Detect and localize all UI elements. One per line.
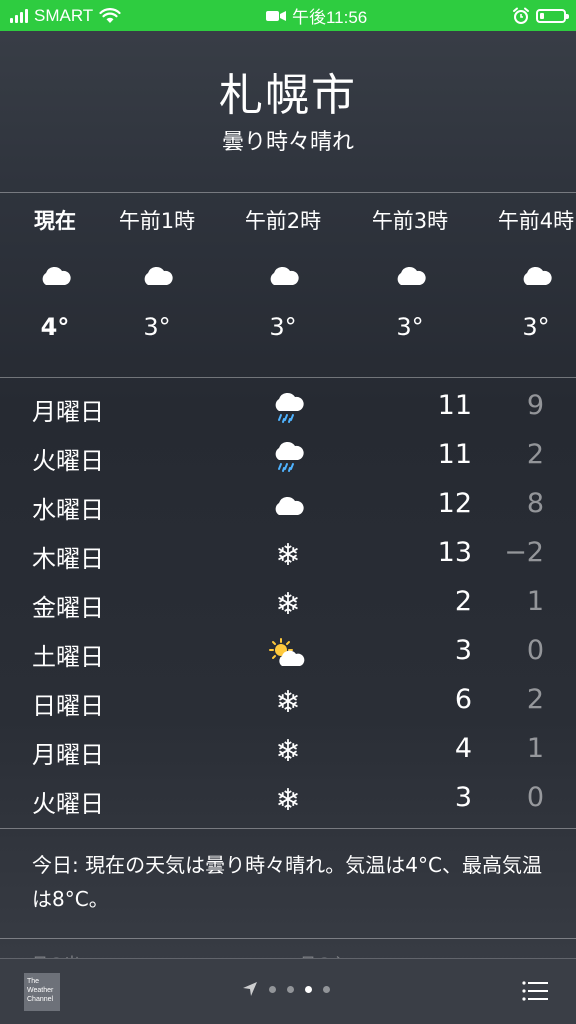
hour-label: 午前3時 bbox=[371, 209, 449, 233]
weather-channel-logo[interactable]: The Weather Channel bbox=[24, 973, 60, 1011]
high-temp: 3 bbox=[454, 782, 472, 813]
hour-label: 午前2時 bbox=[244, 209, 322, 233]
city-name: 札幌市 bbox=[219, 70, 357, 121]
snow-icon: ❄ bbox=[275, 733, 301, 769]
day-name: 火曜日 bbox=[32, 447, 104, 475]
low-temp: 0 bbox=[526, 782, 544, 813]
daily-row: 月曜日 11 9 bbox=[0, 384, 576, 433]
low-temp: −2 bbox=[504, 537, 544, 568]
low-temp: 2 bbox=[526, 684, 544, 715]
day-name: 火曜日 bbox=[32, 790, 104, 818]
divider bbox=[0, 192, 576, 193]
cloud-icon bbox=[268, 486, 308, 526]
wifi-icon bbox=[99, 7, 121, 23]
page-dot bbox=[269, 985, 276, 993]
high-temp: 13 bbox=[437, 537, 472, 568]
divider bbox=[0, 828, 576, 829]
daily-row: 土曜日 3 0 bbox=[0, 629, 576, 678]
current-condition: 曇り時々晴れ bbox=[221, 130, 354, 156]
cloud-icon bbox=[102, 245, 212, 307]
snow-icon: ❄ bbox=[275, 782, 301, 818]
day-name: 日曜日 bbox=[32, 692, 104, 720]
high-temp: 3 bbox=[454, 635, 472, 666]
day-name: 金曜日 bbox=[32, 594, 104, 622]
location-arrow-icon bbox=[243, 982, 257, 996]
alarm-icon bbox=[512, 7, 529, 24]
daily-row: 金曜日 ❄ 2 1 bbox=[0, 580, 576, 629]
carrier-name: SMART bbox=[34, 5, 94, 25]
cloud-icon bbox=[0, 245, 110, 307]
high-temp: 6 bbox=[454, 684, 472, 715]
high-temp: 2 bbox=[454, 586, 472, 617]
daily-row: 日曜日 ❄ 6 2 bbox=[0, 678, 576, 727]
page-dot bbox=[323, 985, 330, 993]
rain-icon bbox=[268, 388, 308, 428]
hour-item: 午前4時 3° bbox=[481, 195, 576, 347]
location-header: 札幌市 曇り時々晴れ bbox=[0, 70, 576, 156]
day-name: 木曜日 bbox=[32, 545, 104, 573]
cellular-signal-icon bbox=[10, 8, 28, 23]
high-temp: 12 bbox=[437, 488, 472, 519]
sunrise-label: 日の出 bbox=[32, 950, 80, 958]
snow-icon: ❄ bbox=[275, 586, 301, 622]
high-temp: 4 bbox=[454, 733, 472, 764]
rain-icon bbox=[268, 437, 308, 477]
hourly-forecast[interactable]: 現在 4° 午前1時 3° 午前2時 3° 午前3時 3° 午前4時 3° bbox=[0, 195, 576, 377]
hour-item: 午前2時 3° bbox=[228, 195, 338, 347]
page-dot-active bbox=[305, 985, 312, 993]
divider bbox=[0, 938, 576, 939]
divider bbox=[0, 377, 576, 378]
daily-row: 木曜日 ❄ 13 −2 bbox=[0, 531, 576, 580]
low-temp: 0 bbox=[526, 635, 544, 666]
list-icon[interactable] bbox=[522, 981, 548, 1001]
hour-label: 午前4時 bbox=[497, 209, 575, 233]
hour-temp: 4° bbox=[40, 313, 70, 341]
low-temp: 9 bbox=[526, 390, 544, 421]
cloud-icon bbox=[228, 245, 338, 307]
daily-row: 月曜日 ❄ 4 1 bbox=[0, 727, 576, 776]
daily-forecast: 月曜日 11 9 火曜日 11 2 水曜日 12 8 木曜日 ❄ 13 −2 金… bbox=[0, 384, 576, 825]
day-name: 月曜日 bbox=[32, 741, 104, 769]
low-temp: 8 bbox=[526, 488, 544, 519]
battery-icon bbox=[535, 8, 569, 23]
snow-icon: ❄ bbox=[275, 684, 301, 720]
hour-temp: 3° bbox=[522, 313, 550, 341]
hour-temp: 3° bbox=[143, 313, 171, 341]
day-name: 水曜日 bbox=[32, 496, 104, 524]
hour-item: 午前1時 3° bbox=[102, 195, 212, 347]
partly-sunny-icon bbox=[268, 633, 308, 673]
bottom-toolbar: The Weather Channel bbox=[0, 958, 576, 1024]
hour-temp: 3° bbox=[396, 313, 424, 341]
snow-icon: ❄ bbox=[275, 537, 301, 573]
daily-row: 水曜日 12 8 bbox=[0, 482, 576, 531]
status-bar: SMART 午後11:56 bbox=[0, 0, 576, 31]
clock-time: 午後11:56 bbox=[291, 8, 368, 27]
high-temp: 11 bbox=[437, 390, 472, 421]
sunset-label: 日の入 bbox=[300, 950, 348, 958]
low-temp: 1 bbox=[526, 586, 544, 617]
hour-label: 現在 bbox=[34, 209, 76, 233]
cloud-icon bbox=[355, 245, 465, 307]
day-name: 土曜日 bbox=[32, 643, 104, 671]
page-indicator[interactable] bbox=[242, 981, 330, 997]
cloud-icon bbox=[481, 245, 576, 307]
low-temp: 2 bbox=[526, 439, 544, 470]
hour-label: 午前1時 bbox=[118, 209, 196, 233]
hour-item-now: 現在 4° bbox=[0, 195, 110, 347]
high-temp: 11 bbox=[437, 439, 472, 470]
low-temp: 1 bbox=[526, 733, 544, 764]
daily-row: 火曜日 11 2 bbox=[0, 433, 576, 482]
day-name: 月曜日 bbox=[32, 398, 104, 426]
video-camera-icon bbox=[265, 10, 286, 21]
today-summary: 今日: 現在の天気は曇り時々晴れ。気温は4°C、最高気温は8°C。 bbox=[32, 853, 542, 911]
hour-temp: 3° bbox=[269, 313, 297, 341]
page-dot bbox=[287, 985, 294, 993]
daily-row: 火曜日 ❄ 3 0 bbox=[0, 776, 576, 825]
hour-item: 午前3時 3° bbox=[355, 195, 465, 347]
